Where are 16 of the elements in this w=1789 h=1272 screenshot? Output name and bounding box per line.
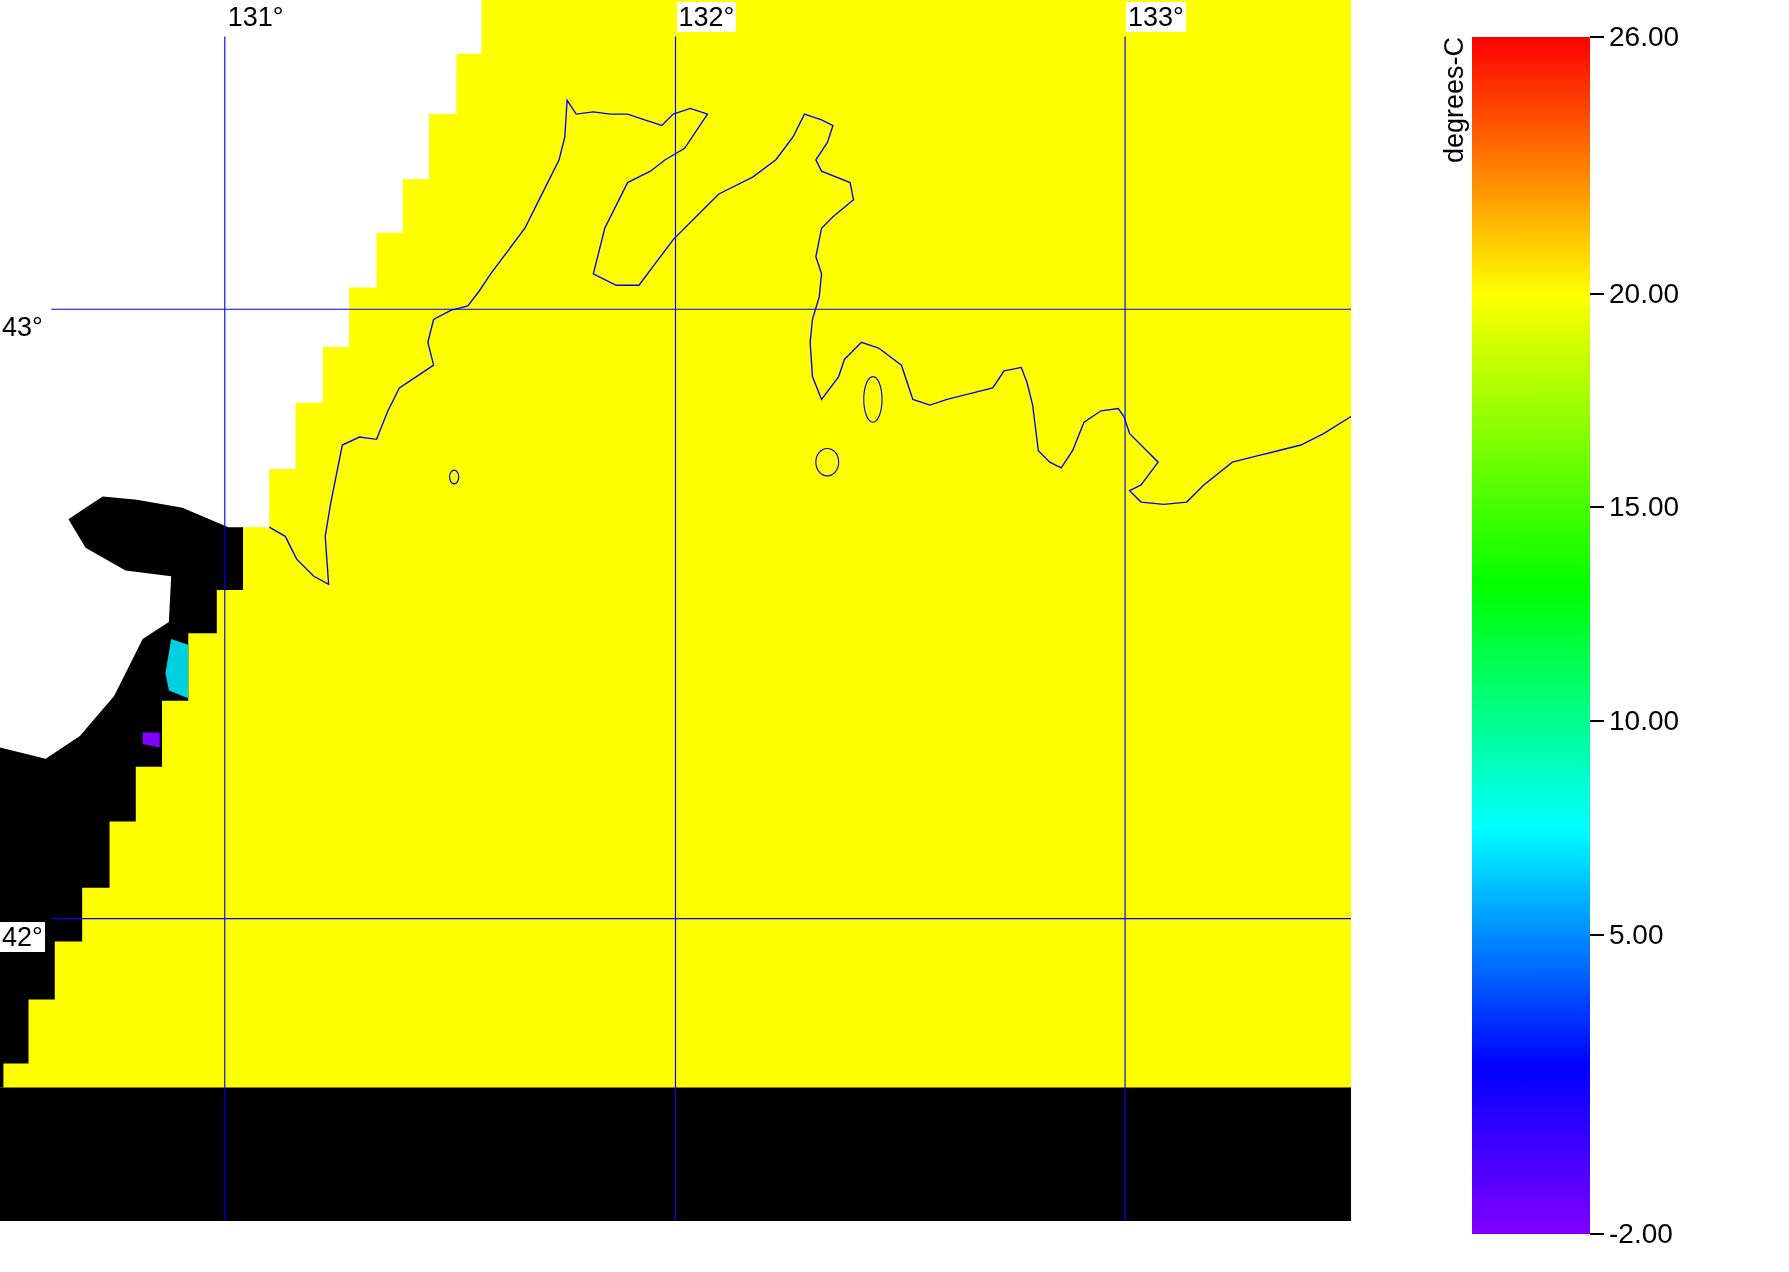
tick-mark [1590,506,1604,509]
colorbar-title: degrees-C [1439,37,1470,164]
latitude-label: 42° [0,921,45,952]
tick-mark [1590,933,1604,936]
tick-label: 15.00 [1609,492,1680,523]
tick-label: 26.00 [1609,22,1680,52]
tick-mark [1590,292,1604,295]
tick-label: 20.00 [1609,278,1680,309]
tick-label: -2.00 [1609,1219,1673,1249]
tick-label: 5.00 [1609,919,1664,950]
tick-mark [1590,36,1604,38]
tick-mark [1590,720,1604,722]
tick-mark [1590,1233,1604,1235]
longitude-label: 132° [676,2,737,32]
longitude-label: 133° [1126,2,1186,32]
tick-label: 10.00 [1609,706,1680,736]
